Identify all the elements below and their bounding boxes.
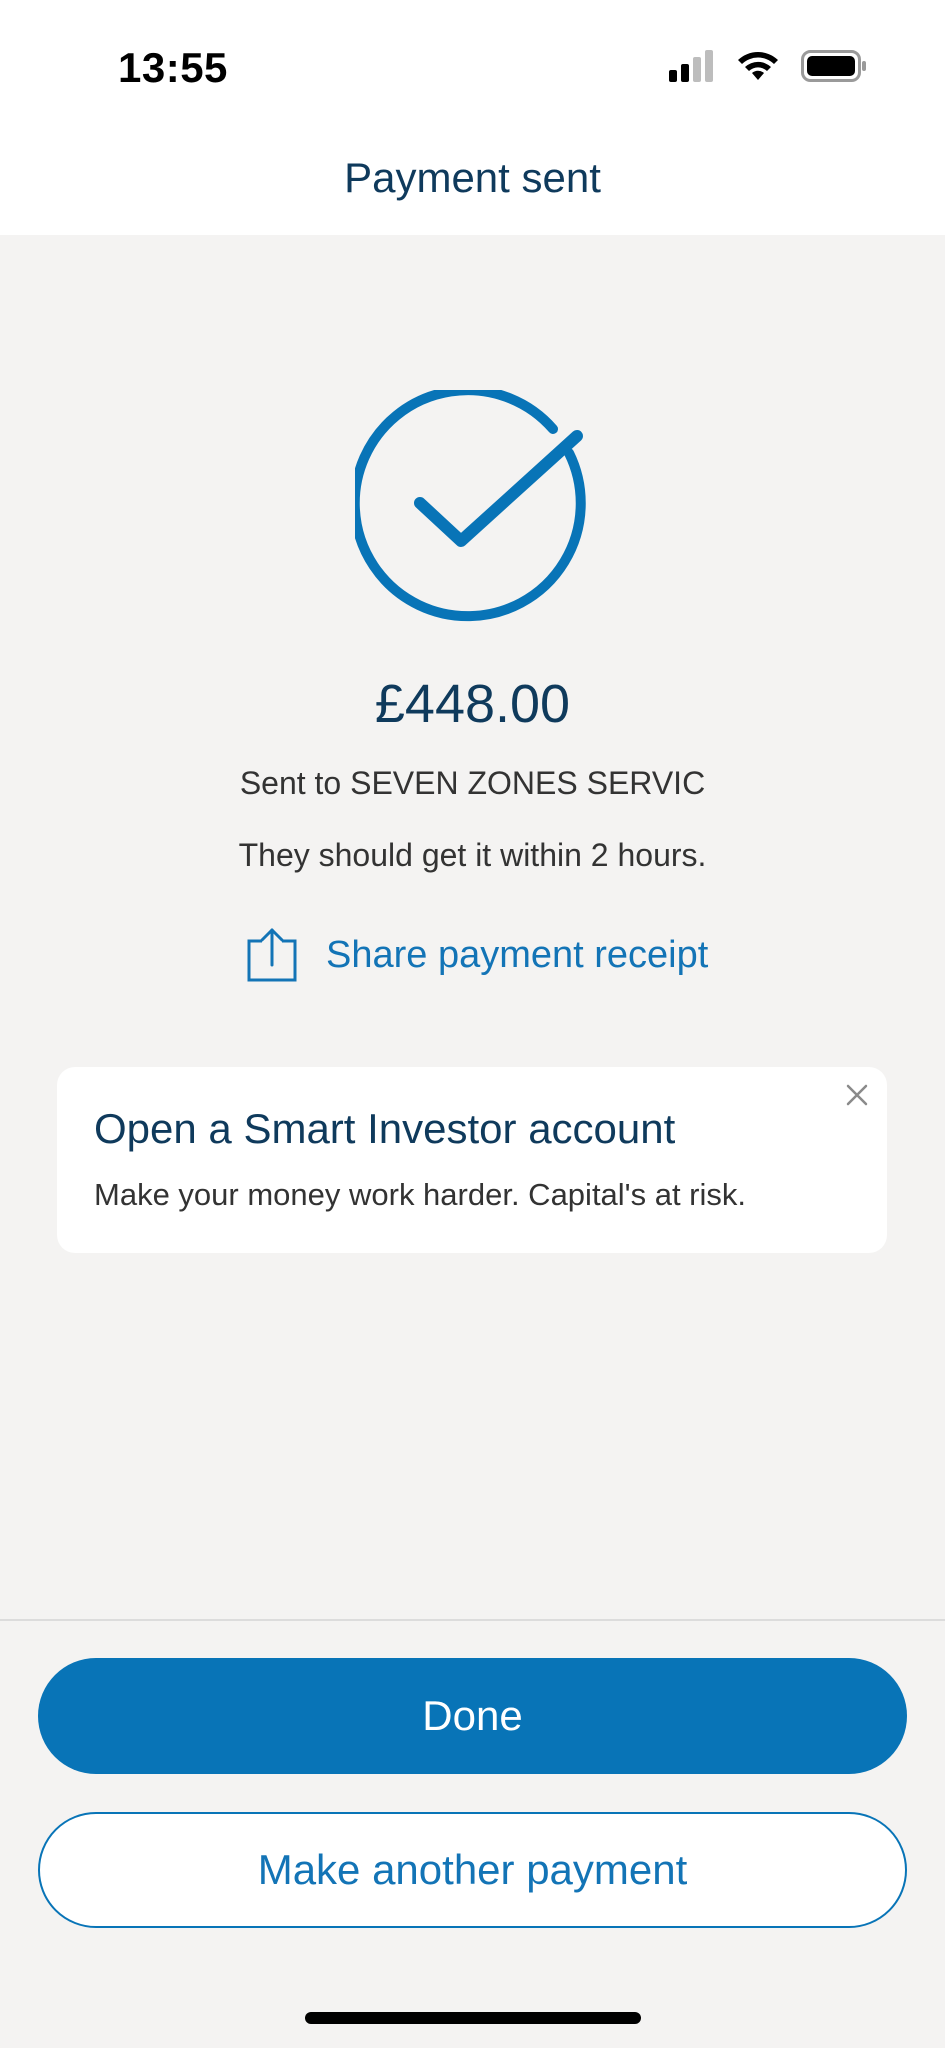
share-receipt-link[interactable]: Share payment receipt (246, 923, 708, 987)
page-title: Payment sent (344, 154, 601, 201)
payment-amount: £448.00 (374, 674, 571, 734)
share-icon (247, 928, 297, 982)
home-indicator[interactable] (305, 2012, 641, 2024)
status-icons (669, 50, 867, 82)
done-button[interactable]: Done (38, 1658, 907, 1774)
cellular-signal-icon (669, 50, 713, 82)
status-time: 13:55 (118, 44, 228, 91)
promo-title: Open a Smart Investor account (94, 1105, 676, 1152)
battery-icon (801, 50, 866, 82)
promo-card[interactable]: Open a Smart Investor account Make your … (57, 1067, 887, 1253)
make-another-payment-button[interactable]: Make another payment (38, 1812, 907, 1928)
wifi-icon (738, 52, 778, 80)
promo-text: Make your money work harder. Capital's a… (94, 1177, 746, 1212)
close-icon[interactable] (843, 1081, 871, 1109)
delivery-eta-text: They should get it within 2 hours. (238, 837, 707, 873)
footer-divider (0, 1619, 945, 1621)
status-bar: 13:55 (0, 0, 945, 130)
recipient-text: Sent to SEVEN ZONES SERVIC (239, 765, 706, 801)
checkmark-circle-icon (355, 390, 586, 622)
share-receipt-label: Share payment receipt (326, 933, 709, 976)
header: Payment sent (0, 130, 945, 235)
